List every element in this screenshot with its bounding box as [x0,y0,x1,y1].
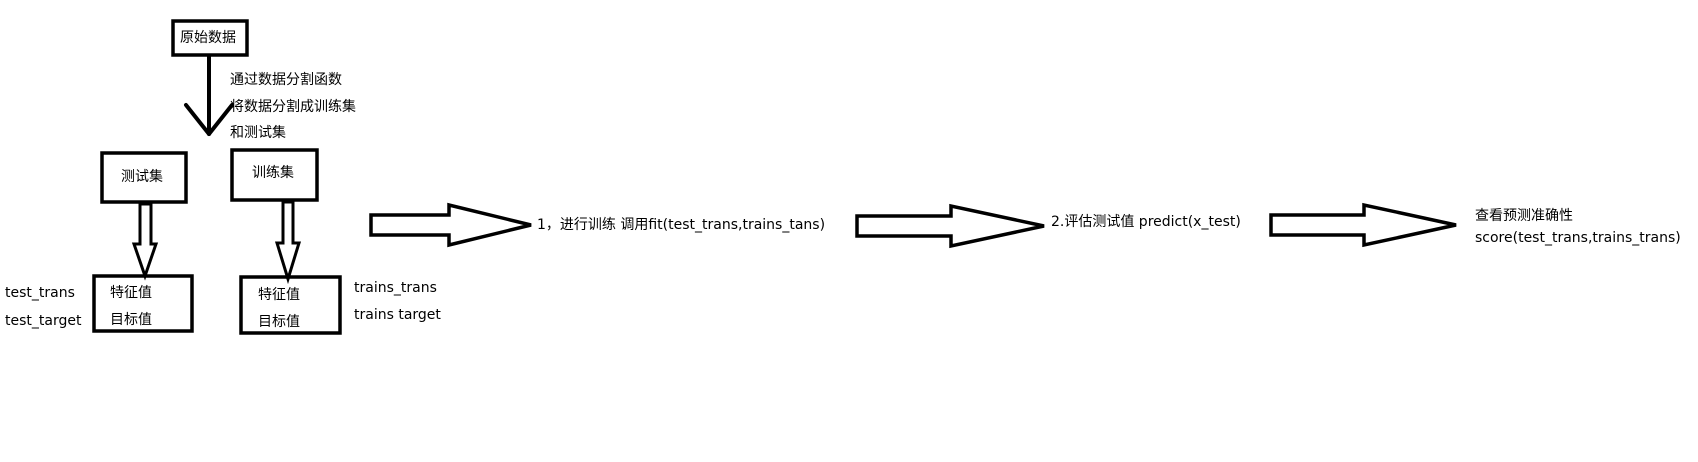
step-1-label: 1，进行训练 调用fit(test_trans,trains_tans) [537,217,826,233]
test-trans-var: test_trans [5,285,75,301]
test-feature-label: 特征值 [110,285,152,301]
train-feature-label: 特征值 [258,287,300,303]
test-target-label: 目标值 [110,312,152,328]
raw-data-label: 原始数据 [180,30,236,46]
split-note-line-2: 将数据分割成训练集 [230,99,356,115]
split-note-line-3: 和测试集 [230,125,286,141]
train-target-label: 目标值 [258,314,300,330]
train-hollow-down-arrow [274,200,302,285]
right-arrow-1 [369,202,532,248]
trains-target-var: trains target [354,307,441,323]
flow-diagram: 原始数据 测试集 训练集 特征值 目标值 特征值 目标值 通过数据分割函数 将数… [0,0,1698,462]
split-note-line-1: 通过数据分割函数 [230,72,342,88]
split-down-arrow [184,54,234,136]
test-target-var: test_target [5,313,82,329]
test-set-label: 测试集 [121,169,163,185]
right-arrow-2 [855,203,1045,249]
right-arrow-3 [1269,202,1457,248]
test-hollow-down-arrow [131,202,159,281]
step-3-label-line-2: score(test_trans,trains_trans) [1475,230,1681,246]
train-set-label: 训练集 [252,165,294,181]
step-3-label-line-1: 查看预测准确性 [1475,208,1573,224]
diagram-shapes [92,19,1457,335]
trains-trans-var: trains_trans [354,280,437,296]
step-2-label: 2.评估测试值 predict(x_test) [1051,214,1241,230]
